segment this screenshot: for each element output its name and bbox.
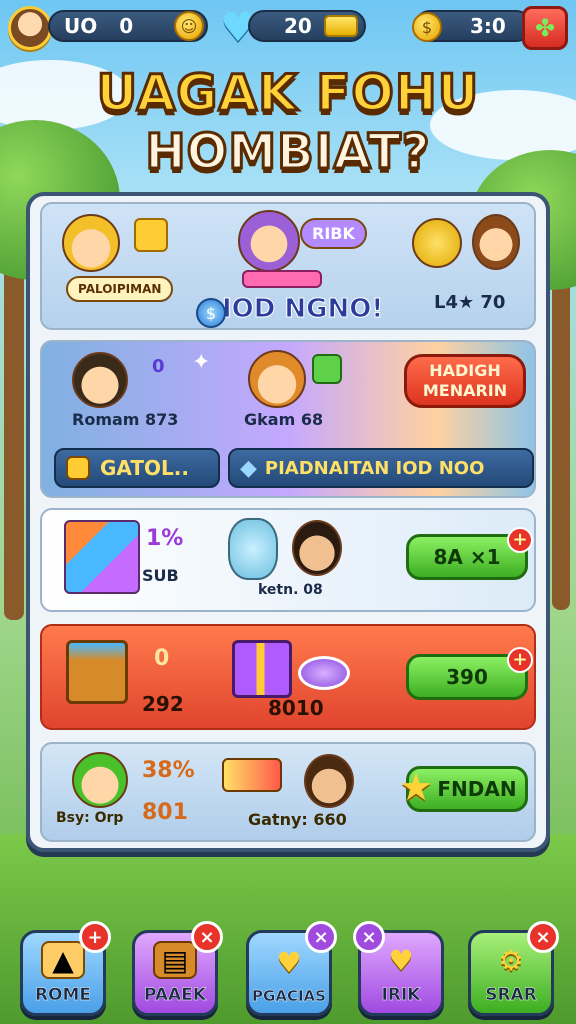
character-shop — [238, 210, 300, 272]
left-label: Bsy: Orp — [56, 810, 124, 826]
currency-pill-left: UO 0 ☺ — [48, 10, 208, 42]
card4-buy-button[interactable]: 390 + — [406, 647, 533, 700]
top-bar: UO 0 ☺ ♥ 20 3:0 $ ✤ — [8, 6, 568, 50]
plus-icon: + — [507, 647, 533, 673]
headline: IOD NGNO! — [221, 294, 384, 325]
count: 0 — [154, 646, 170, 671]
close-badge-icon: × — [191, 921, 223, 953]
player-avatar[interactable] — [8, 6, 52, 50]
star-icon: ★ — [399, 765, 434, 809]
left-value: 801 — [142, 800, 188, 825]
percent: 38% — [142, 758, 195, 783]
nav-home[interactable]: ▲ ROME + — [20, 921, 111, 1016]
tool-icon — [134, 218, 168, 252]
gift-box-icon — [232, 640, 292, 698]
name-pill: PALOIPIMAN — [66, 276, 174, 302]
nav-irik-label: IRIK — [381, 985, 421, 1005]
close-badge-icon: × — [527, 921, 559, 953]
card3-buy-button[interactable]: 8A ×1 + — [406, 527, 533, 580]
nav-pgacias-label: PGACIAS — [252, 987, 326, 1005]
card-chest: 0 292 8010 390 + — [40, 624, 536, 730]
piadnaitan-button[interactable]: ◆ PIADNAITAN IOD NOO — [228, 448, 534, 488]
mid-label: ketn. 08 — [258, 582, 323, 598]
ticket-icon — [66, 456, 90, 480]
chest-icon — [66, 640, 128, 704]
character-orange-hair — [248, 350, 306, 408]
card-rainbow: 0 Romam 873 Gkam 68 ✦ HADIGH MENARIN GAT… — [40, 340, 536, 498]
hammer-icon — [222, 758, 282, 792]
stat-value: L4★ 70 — [434, 292, 506, 313]
gift-stall — [242, 270, 322, 288]
mid-value: 8010 — [268, 696, 324, 720]
nav-irik[interactable]: ♥ IRIK × — [353, 921, 444, 1016]
plus-icon: + — [507, 527, 533, 553]
character-girl — [472, 214, 520, 270]
gem-pill: 20 — [248, 10, 366, 42]
piadnaitan-label: PIADNAITAN IOD NOO — [264, 457, 485, 479]
book-icon: ▤ — [153, 941, 197, 979]
title-line-1: UAGAK FOHU — [95, 63, 480, 124]
card4-buy-label: 390 — [446, 665, 488, 689]
hadigh-button[interactable]: HADIGH MENARIN — [404, 354, 526, 408]
left-number: 0 — [152, 356, 165, 377]
mid-label: Gatny: 660 — [248, 810, 347, 829]
card-blocks: 1% SUB ketn. 08 8A ×1 + — [40, 508, 536, 612]
coin-bag-icon: $ — [412, 12, 442, 42]
card-friends: 38% Bsy: Orp 801 Gatny: 660 ★ FNDAN — [40, 742, 536, 842]
nav-srar-label: SRAR — [485, 985, 537, 1005]
main-panel: PALOIPIMAN RIBK IOD NGNO! $ L4★ 70 0 Rom… — [26, 192, 550, 852]
value: 292 — [142, 692, 184, 716]
mid-name: Gkam 68 — [244, 410, 324, 429]
nav-srar[interactable]: ⚙ SRAR × — [468, 921, 559, 1016]
heart-icon: ♥ — [276, 945, 302, 979]
plus-badge-icon: + — [79, 921, 111, 953]
left-value: UO — [64, 14, 98, 38]
coin-icon: ☺ — [174, 11, 204, 41]
map-icon: ▲ — [41, 941, 85, 979]
gem-count: 20 — [284, 14, 312, 38]
gold-bar-icon — [324, 15, 358, 37]
card-profile: PALOIPIMAN RIBK IOD NGNO! $ L4★ 70 — [40, 202, 536, 330]
character-dark-hair — [292, 520, 342, 576]
nav-paaek[interactable]: ▤ PAAEK × — [132, 921, 223, 1016]
heart-icon: ♥ — [388, 943, 414, 977]
gear-icon: ⚙ — [498, 943, 524, 977]
percent: 1% — [146, 526, 184, 551]
gatol-label: GATOL.. — [100, 456, 189, 480]
find-label: FNDAN — [437, 777, 517, 801]
card3-buy-label: 8A ×1 — [433, 545, 501, 569]
lamp-icon — [228, 518, 278, 580]
nav-paaek-label: PAAEK — [144, 985, 206, 1005]
character-brown-hair — [304, 754, 354, 808]
character-dog — [412, 218, 462, 268]
left-count: 0 — [119, 14, 134, 38]
nav-home-label: ROME — [34, 985, 92, 1005]
sub-label: SUB — [142, 566, 179, 585]
close-badge-icon: × — [305, 921, 337, 953]
timer-value: 3:0 — [470, 14, 506, 38]
crystal-icon: ◆ — [240, 455, 257, 481]
character-blonde — [62, 214, 120, 272]
shop-sign: RIBK — [300, 218, 367, 249]
headline-coin-icon: $ — [196, 298, 226, 328]
green-card-icon — [312, 354, 342, 384]
blocks-icon — [64, 520, 140, 594]
clover-icon: ✤ — [534, 14, 556, 42]
title-line-2: HOMBIAT? — [144, 123, 431, 182]
clover-button[interactable]: ✤ — [522, 6, 568, 50]
gatol-button[interactable]: GATOL.. — [54, 448, 220, 488]
left-name: Romam 873 — [72, 410, 179, 429]
character-green-cap — [72, 752, 128, 808]
close-badge-icon: × — [353, 921, 385, 953]
find-button[interactable]: ★ FNDAN — [399, 765, 528, 812]
character-boy — [72, 352, 128, 408]
nav-pgacias[interactable]: ♥ PGACIAS × — [246, 921, 337, 1016]
disc-icon — [298, 656, 350, 690]
sparkle-icon: ✦ — [192, 350, 211, 375]
